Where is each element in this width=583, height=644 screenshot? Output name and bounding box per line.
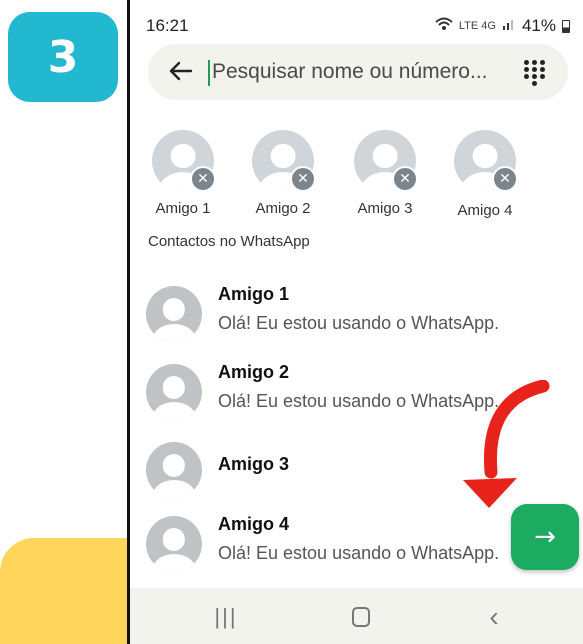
phone-screen: 16:21 LTE 4G 41% Pesquisar nome ou númer… [127,0,583,644]
battery-percent: 41% [521,16,556,35]
remove-icon[interactable]: ✕ [290,166,316,192]
contact-about: Olá! Eu estou usando o WhatsApp. [218,543,500,563]
contact-row[interactable]: Amigo 1 Olá! Eu estou usando o WhatsApp. [130,278,583,348]
selected-chip[interactable]: ✕ Amigo 2 [242,130,322,225]
contact-about: Olá! Eu estou usando o WhatsApp. [218,313,500,333]
chip-label: Amigo 2 [255,200,311,217]
step-number-badge: 3 [8,12,118,102]
contact-name: Amigo 4 [218,514,290,534]
selected-chip[interactable]: ✕ Amigo 3 [344,130,424,225]
chip-label: Amigo 1 [155,200,211,217]
dialpad-icon[interactable] [524,60,546,86]
nav-back-icon[interactable]: ‹ [474,601,514,632]
contact-name: Amigo 3 [218,454,290,474]
home-icon[interactable] [341,602,381,632]
avatar-placeholder-icon [146,442,202,498]
system-nav-bar: ||| ‹ [130,588,583,644]
search-bar [148,44,568,100]
contact-name: Amigo 2 [218,362,290,382]
pointer-arrow-icon [463,380,550,508]
selected-contacts-row: ✕ Amigo 1 ✕ Amigo 2 ✕ Amigo 3 ✕ Amigo 4 [130,130,583,230]
chip-label: Amigo 3 [357,200,413,217]
avatar-placeholder-icon [146,516,202,572]
contact-name: Amigo 1 [218,284,290,304]
avatar-placeholder-icon [146,286,202,342]
selected-chip[interactable]: ✕ Amigo 1 [142,130,222,225]
battery-icon [562,19,570,33]
status-time: 16:21 [146,16,189,35]
recent-apps-icon[interactable]: ||| [206,602,246,632]
remove-icon[interactable]: ✕ [492,166,518,192]
remove-icon[interactable]: ✕ [392,166,418,192]
arrow-right-icon: → [534,522,556,552]
search-input[interactable] [212,58,512,86]
status-icons: LTE 4G 41% [435,16,570,36]
text-cursor [208,60,210,86]
wifi-icon [435,16,453,36]
avatar-placeholder-icon [146,364,202,420]
back-arrow-icon[interactable] [166,56,196,86]
section-title: Contactos no WhatsApp [148,233,310,250]
signal-icon [502,16,516,36]
network-type-label: LTE 4G [458,20,496,32]
next-button[interactable]: → [511,504,579,570]
selected-chip[interactable]: ✕ Amigo 4 [444,130,524,225]
remove-icon[interactable]: ✕ [190,166,216,192]
status-bar: 16:21 LTE 4G 41% [130,16,583,40]
chip-label: Amigo 4 [457,202,513,219]
tutorial-stage: 3 16:21 LTE 4G 41% Pesquisar nome ou núm… [0,0,583,644]
